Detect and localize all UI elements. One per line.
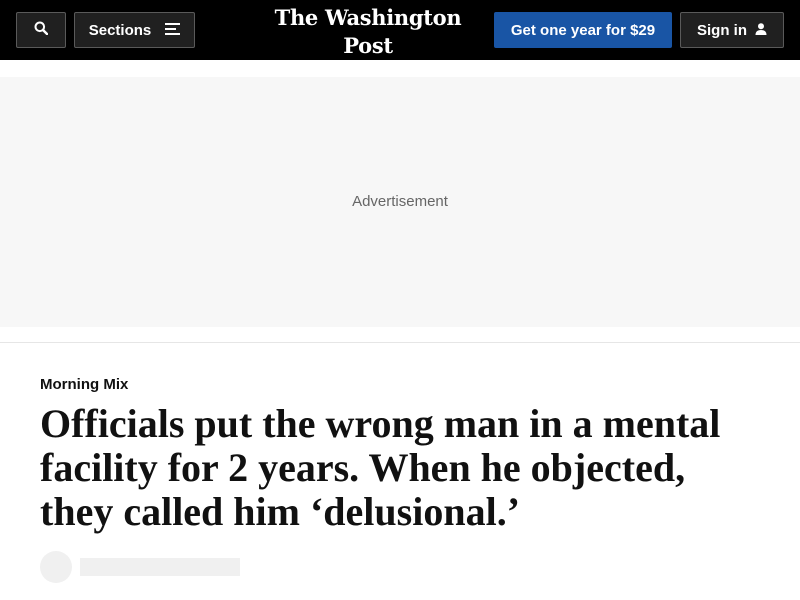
advertisement-slot[interactable]: Advertisement <box>0 77 800 327</box>
top-navigation-bar: Sections The Washington Post Democracy D… <box>0 0 800 76</box>
author-avatar-placeholder <box>40 551 72 583</box>
advertisement-label: Advertisement <box>352 192 448 210</box>
section-divider <box>0 342 800 343</box>
washington-post-logo[interactable]: The Washington Post <box>250 4 486 60</box>
article-kicker[interactable]: Morning Mix <box>40 376 128 393</box>
user-icon <box>755 22 767 39</box>
menu-lines-icon <box>165 22 181 39</box>
sign-in-label: Sign in <box>697 21 747 39</box>
sections-label: Sections <box>88 21 152 39</box>
sections-button[interactable]: Sections <box>74 12 195 48</box>
subscribe-offer-button[interactable]: Get one year for $29 <box>494 12 672 48</box>
byline-placeholder <box>80 558 240 576</box>
article-headline: Officials put the wrong man in a mental … <box>40 401 721 534</box>
sign-in-button[interactable]: Sign in <box>680 12 784 48</box>
search-icon <box>34 21 49 39</box>
search-button[interactable] <box>16 12 66 48</box>
tagline: Democracy Dies in Darkness <box>297 62 439 76</box>
masthead[interactable]: The Washington Post Democracy Dies in Da… <box>250 4 486 76</box>
